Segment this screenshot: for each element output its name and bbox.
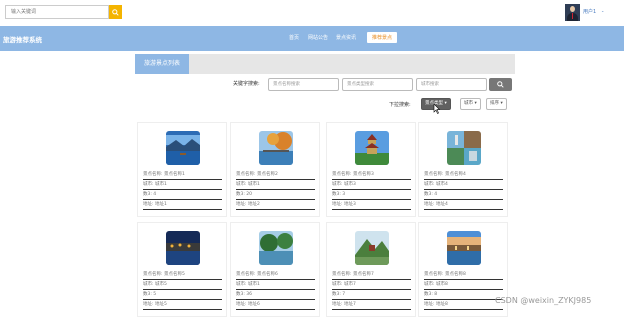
card-name: 景点名称: 景点名称2 (236, 171, 315, 180)
site-title: 旅游推荐系统 (3, 36, 42, 44)
scenic-card[interactable]: 景点名称: 景点名称6 城市: 城市1 数3: 36 地址: 地址6 (230, 222, 320, 317)
scenic-card[interactable]: 景点名称: 景点名称3 城市: 城市3 数3: 3 地址: 地址3 (326, 122, 416, 217)
scenic-card[interactable]: 景点名称: 景点名称1 城市: 城市1 数3: 4 地址: 地址1 (137, 122, 227, 217)
section-title: 旅游景点列表 (135, 54, 189, 74)
dropdown-label: 排序 (490, 101, 499, 106)
scenic-photo[interactable] (447, 231, 481, 265)
card-count: 数3: 4 (424, 191, 503, 200)
scenic-photo[interactable] (355, 231, 389, 265)
scenic-card[interactable]: 景点名称: 景点名称2 城市: 城市1 数3: 20 地址: 地址2 (230, 122, 320, 217)
card-address: 地址: 地址5 (143, 301, 222, 310)
nav-recommended[interactable]: 推荐景点 (367, 32, 398, 43)
card-address: 地址: 地址8 (424, 301, 503, 310)
caret-down-icon: ▾ (444, 101, 447, 106)
card-address: 地址: 地址2 (236, 201, 315, 210)
nav-news[interactable]: 景点资讯 (336, 34, 356, 41)
search-submit-button[interactable] (489, 78, 512, 91)
keyword-search-label: 关键字搜索: (233, 81, 260, 87)
card-city: 城市: 城市1 (236, 281, 315, 290)
search-icon (497, 81, 504, 88)
scenic-photo[interactable] (259, 231, 293, 265)
mouse-cursor-icon (433, 104, 440, 114)
nav-announcements[interactable]: 网站公告 (308, 34, 328, 41)
card-city: 城市: 城市1 (236, 181, 315, 190)
card-address: 地址: 地址7 (332, 301, 411, 310)
card-count: 数3: 36 (236, 291, 315, 300)
city-dropdown[interactable]: 城市 ▾ (460, 98, 481, 110)
watermark: CSDN @weixin_ZYKJ985 (495, 296, 592, 305)
scenic-photo[interactable] (355, 131, 389, 165)
name-search-input[interactable]: 景点名称搜索 (268, 78, 339, 91)
dropdown-label: 城市 (464, 101, 473, 106)
scenic-photo[interactable] (166, 231, 200, 265)
top-bar: 输入关键词 用户1 ⌄ (0, 0, 624, 26)
card-name: 景点名称: 景点名称4 (424, 171, 503, 180)
card-city: 城市: 城市7 (332, 281, 411, 290)
scenic-card[interactable]: 景点名称: 景点名称5 城市: 城市5 数3: 5 地址: 地址5 (137, 222, 227, 317)
dropdown-search-label: 下拉搜索: (389, 102, 411, 108)
scenic-photo[interactable] (447, 131, 481, 165)
card-name: 景点名称: 景点名称6 (236, 271, 315, 280)
card-city: 城市: 城市4 (424, 181, 503, 190)
scenic-card[interactable]: 景点名称: 景点名称7 城市: 城市7 数3: 7 地址: 地址7 (326, 222, 416, 317)
card-city: 城市: 城市1 (143, 181, 222, 190)
card-address: 地址: 地址3 (332, 201, 411, 210)
section-header-bar (135, 54, 515, 74)
card-name: 景点名称: 景点名称8 (424, 271, 503, 280)
username[interactable]: 用户1 (583, 8, 596, 15)
card-count: 数3: 8 (424, 291, 503, 300)
scenic-photo[interactable] (166, 131, 200, 165)
card-name: 景点名称: 景点名称3 (332, 171, 411, 180)
card-city: 城市: 城市5 (143, 281, 222, 290)
scenic-photo[interactable] (259, 131, 293, 165)
card-count: 数3: 4 (143, 191, 222, 200)
nav-bar: 旅游推荐系统 首页 网站公告 景点资讯 推荐景点 (0, 26, 624, 51)
card-address: 地址: 地址6 (236, 301, 315, 310)
card-name: 景点名称: 景点名称7 (332, 271, 411, 280)
caret-down-icon: ▾ (474, 101, 477, 106)
avatar[interactable] (565, 4, 580, 21)
search-button[interactable] (109, 5, 122, 19)
type-search-input[interactable]: 景点类型搜索 (342, 78, 413, 91)
search-input[interactable]: 输入关键词 (5, 5, 109, 19)
card-address: 地址: 地址1 (143, 201, 222, 210)
chevron-down-icon[interactable]: ⌄ (601, 8, 604, 13)
card-city: 城市: 城市3 (332, 181, 411, 190)
card-address: 地址: 地址4 (424, 201, 503, 210)
card-count: 数3: 3 (332, 191, 411, 200)
card-city: 城市: 城市8 (424, 281, 503, 290)
sort-dropdown[interactable]: 排序 ▾ (486, 98, 507, 110)
card-name: 景点名称: 景点名称1 (143, 171, 222, 180)
nav-home[interactable]: 首页 (289, 34, 299, 41)
card-count: 数3: 20 (236, 191, 315, 200)
card-count: 数3: 5 (143, 291, 222, 300)
search-icon (112, 8, 119, 16)
card-count: 数3: 7 (332, 291, 411, 300)
card-name: 景点名称: 景点名称5 (143, 271, 222, 280)
scenic-card[interactable]: 景点名称: 景点名称4 城市: 城市4 数3: 4 地址: 地址4 (418, 122, 508, 217)
city-search-input[interactable]: 城市搜索 (416, 78, 487, 91)
caret-down-icon: ▾ (500, 101, 503, 106)
